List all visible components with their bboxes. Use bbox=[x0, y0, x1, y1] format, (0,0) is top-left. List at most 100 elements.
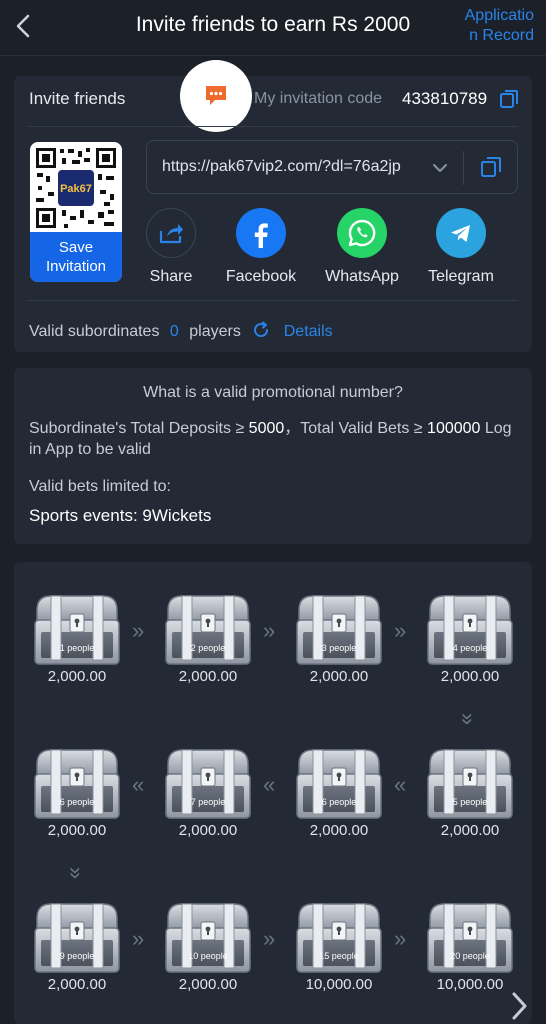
promo-condition-text: Subordinate's Total Deposits ≥ 5000，Tota… bbox=[29, 418, 523, 460]
deposit-min-value: 5000 bbox=[248, 420, 285, 437]
reward-chest[interactable]: 6 people 2,000.00 bbox=[289, 746, 389, 846]
bet-min-value: 100000 bbox=[427, 420, 481, 437]
chevron-double-right-icon: » bbox=[132, 618, 145, 643]
chevron-double-right-icon: » bbox=[394, 618, 407, 643]
chest-people-count: 4 people bbox=[452, 643, 488, 653]
chest-reward-amount: 2,000.00 bbox=[47, 668, 107, 685]
invitation-code-label: My invitation code bbox=[254, 90, 383, 107]
facebook-share-button[interactable]: Facebook bbox=[213, 208, 309, 290]
chest-reward-amount: 2,000.00 bbox=[178, 976, 238, 993]
chevron-down-icon[interactable] bbox=[429, 157, 451, 179]
reward-chest[interactable]: 1 people 2,000.00 bbox=[27, 592, 127, 692]
refresh-icon[interactable] bbox=[251, 320, 271, 340]
promo-text-part2: ，Total Valid Bets ≥ bbox=[284, 420, 428, 437]
treasure-chest-icon bbox=[34, 595, 120, 665]
chest-reward-amount: 2,000.00 bbox=[309, 668, 369, 685]
facebook-label: Facebook bbox=[225, 268, 297, 285]
chevron-double-right-icon: » bbox=[394, 926, 407, 951]
whatsapp-label: WhatsApp bbox=[325, 268, 399, 285]
reward-chest[interactable]: 15 people 10,000.00 bbox=[289, 900, 389, 1000]
reward-chest[interactable]: 6 people 2,000.00 bbox=[27, 746, 127, 846]
whatsapp-icon-circle bbox=[337, 208, 387, 258]
invitation-code-value: 433810789 bbox=[402, 89, 488, 108]
valid-subordinates-row: Valid subordinates 0 players Details bbox=[29, 320, 333, 341]
chest-reward-amount: 10,000.00 bbox=[305, 976, 373, 993]
treasure-chest-icon bbox=[427, 595, 513, 665]
chest-people-count: 7 people bbox=[190, 797, 226, 807]
copy-code-icon[interactable] bbox=[498, 88, 520, 110]
whatsapp-share-button[interactable]: WhatsApp bbox=[314, 208, 410, 290]
application-record-link[interactable]: Applicatio n Record bbox=[450, 6, 534, 46]
reward-chest[interactable]: 7 people 2,000.00 bbox=[158, 746, 258, 846]
treasure-chest-icon bbox=[165, 749, 251, 819]
chest-reward-amount: 2,000.00 bbox=[178, 668, 238, 685]
save-invitation-button[interactable]: Save Invitation bbox=[30, 232, 122, 282]
divider bbox=[28, 126, 518, 127]
reward-chest[interactable]: 4 people 2,000.00 bbox=[420, 592, 520, 692]
details-link[interactable]: Details bbox=[284, 323, 333, 340]
facebook-icon bbox=[254, 223, 268, 248]
reward-chest[interactable]: 2 people 2,000.00 bbox=[158, 592, 258, 692]
share-icon bbox=[159, 224, 183, 244]
qr-brand-logo: Pak67 bbox=[60, 183, 92, 195]
reward-chest[interactable]: 3 people 2,000.00 bbox=[289, 592, 389, 692]
sports-events-value: 9Wickets bbox=[142, 506, 212, 525]
chest-people-count: 9 people bbox=[59, 951, 95, 961]
qr-code-card: Pak67 Save Invitation bbox=[30, 142, 122, 282]
treasure-chest-icon bbox=[165, 595, 251, 665]
header: Invite friends to earn Rs 2000 Applicati… bbox=[0, 0, 546, 56]
chevron-double-right-icon: » bbox=[132, 926, 145, 951]
promo-title: What is a valid promotional number? bbox=[143, 384, 403, 401]
chevron-right-icon[interactable] bbox=[506, 990, 532, 1022]
chevron-double-right-icon: » bbox=[263, 926, 276, 951]
divider bbox=[28, 300, 518, 301]
reward-chest[interactable]: 9 people 2,000.00 bbox=[27, 900, 127, 1000]
save-line2: Invitation bbox=[45, 258, 107, 275]
chevron-double-down-icon: » bbox=[456, 712, 482, 726]
chevron-double-left-icon: « bbox=[132, 772, 145, 797]
treasure-chest-icon bbox=[296, 749, 382, 819]
reward-chest[interactable]: 5 people 2,000.00 bbox=[420, 746, 520, 846]
valid-subordinates-label: Valid subordinates bbox=[29, 323, 160, 340]
whatsapp-icon bbox=[348, 219, 376, 247]
promo-rules-card: What is a valid promotional number? Subo… bbox=[14, 368, 532, 544]
treasure-chest-icon bbox=[296, 595, 382, 665]
chest-reward-amount: 2,000.00 bbox=[47, 976, 107, 993]
treasure-chest-icon bbox=[165, 903, 251, 973]
chest-reward-amount: 10,000.00 bbox=[436, 976, 504, 993]
customer-service-button[interactable] bbox=[180, 60, 252, 132]
chest-people-count: 5 people bbox=[452, 797, 488, 807]
telegram-share-button[interactable]: Telegram bbox=[413, 208, 509, 290]
facebook-icon-circle bbox=[236, 208, 286, 258]
chest-people-count: 6 people bbox=[59, 797, 95, 807]
chevron-double-left-icon: « bbox=[263, 772, 276, 797]
qr-code-image: Pak67 bbox=[34, 146, 118, 230]
valid-subordinates-count: 0 bbox=[169, 323, 179, 340]
app-record-line1: Applicatio bbox=[464, 7, 534, 24]
telegram-icon bbox=[451, 225, 470, 242]
chest-people-count: 3 people bbox=[321, 643, 357, 653]
chevron-double-left-icon: « bbox=[394, 772, 407, 797]
promo-text-part1: Subordinate's Total Deposits ≥ bbox=[29, 420, 249, 437]
share-button[interactable]: Share bbox=[123, 208, 219, 290]
sports-events-label: Sports events: bbox=[29, 506, 143, 525]
invite-card: Invite friends My invitation code 433810… bbox=[14, 60, 532, 352]
chevron-double-right-icon: » bbox=[263, 618, 276, 643]
valid-bets-label: Valid bets limited to: bbox=[29, 478, 171, 495]
chest-reward-amount: 2,000.00 bbox=[47, 822, 107, 839]
treasure-chest-icon bbox=[34, 903, 120, 973]
chest-reward-amount: 2,000.00 bbox=[440, 822, 500, 839]
chest-reward-amount: 2,000.00 bbox=[440, 668, 500, 685]
invite-link-field[interactable]: https://pak67vip2.com/?dl=76a2jp bbox=[146, 140, 518, 194]
treasure-chest-icon bbox=[427, 903, 513, 973]
reward-chest[interactable]: 10 people 2,000.00 bbox=[158, 900, 258, 1000]
invite-title: Invite friends bbox=[29, 89, 126, 108]
app-record-line2: n Record bbox=[469, 27, 534, 44]
save-line1: Save bbox=[58, 239, 94, 256]
share-icon-circle bbox=[146, 208, 196, 258]
copy-link-icon[interactable] bbox=[479, 155, 503, 179]
valid-subordinates-unit: players bbox=[189, 323, 241, 340]
chest-reward-amount: 2,000.00 bbox=[309, 822, 369, 839]
chest-people-count: 1 people bbox=[59, 643, 95, 653]
reward-chest[interactable]: 20 people 10,000.00 bbox=[420, 900, 520, 1000]
